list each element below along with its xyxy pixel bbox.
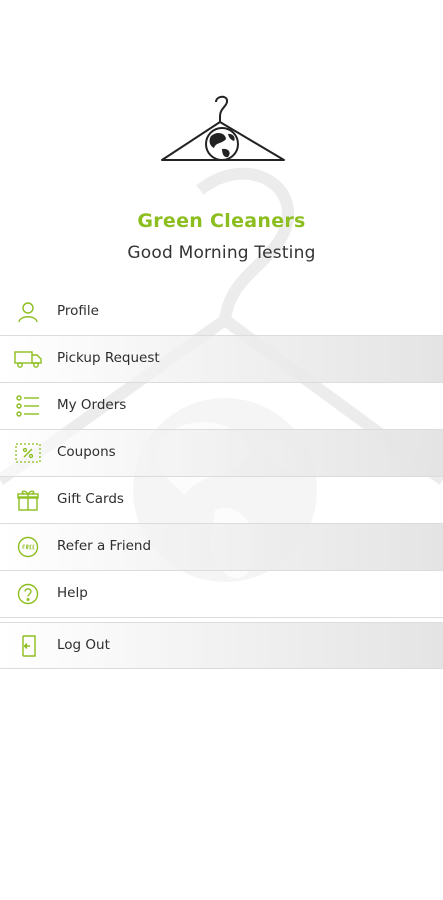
menu-item-pickup-request[interactable]: Pickup Request bbox=[0, 336, 443, 383]
greeting-text: Good Morning Testing bbox=[127, 243, 316, 263]
menu-item-coupons[interactable]: Coupons bbox=[0, 430, 443, 477]
coupon-icon bbox=[14, 440, 42, 466]
menu-item-log-out[interactable]: Log Out bbox=[0, 622, 443, 669]
user-icon bbox=[14, 299, 42, 325]
green-cleaners-logo bbox=[161, 95, 285, 161]
menu-label: Coupons bbox=[57, 444, 116, 460]
menu-label: Help bbox=[57, 585, 88, 601]
menu-label: Profile bbox=[57, 303, 99, 319]
menu-item-profile[interactable]: Profile bbox=[0, 289, 443, 336]
menu-label: Pickup Request bbox=[57, 350, 160, 366]
list-icon bbox=[14, 393, 42, 419]
menu-item-gift-cards[interactable]: Gift Cards bbox=[0, 477, 443, 524]
logout-icon bbox=[14, 633, 42, 659]
menu-label: Gift Cards bbox=[57, 491, 124, 507]
free-badge-icon bbox=[14, 534, 42, 560]
gift-icon bbox=[14, 487, 42, 513]
menu-label: Refer a Friend bbox=[57, 538, 152, 554]
menu-item-refer-a-friend[interactable]: Refer a Friend bbox=[0, 524, 443, 571]
truck-icon bbox=[14, 346, 42, 372]
drawer-menu: Profile Pickup Request My Orders Coupons… bbox=[0, 289, 443, 669]
menu-item-my-orders[interactable]: My Orders bbox=[0, 383, 443, 430]
navigation-drawer: Green Cleaners Good Morning Testing Prof… bbox=[0, 0, 443, 900]
help-icon bbox=[14, 581, 42, 607]
menu-label: Log Out bbox=[57, 637, 110, 653]
brand-title: Green Cleaners bbox=[137, 210, 306, 232]
menu-label: My Orders bbox=[57, 397, 127, 413]
menu-item-help[interactable]: Help bbox=[0, 571, 443, 618]
